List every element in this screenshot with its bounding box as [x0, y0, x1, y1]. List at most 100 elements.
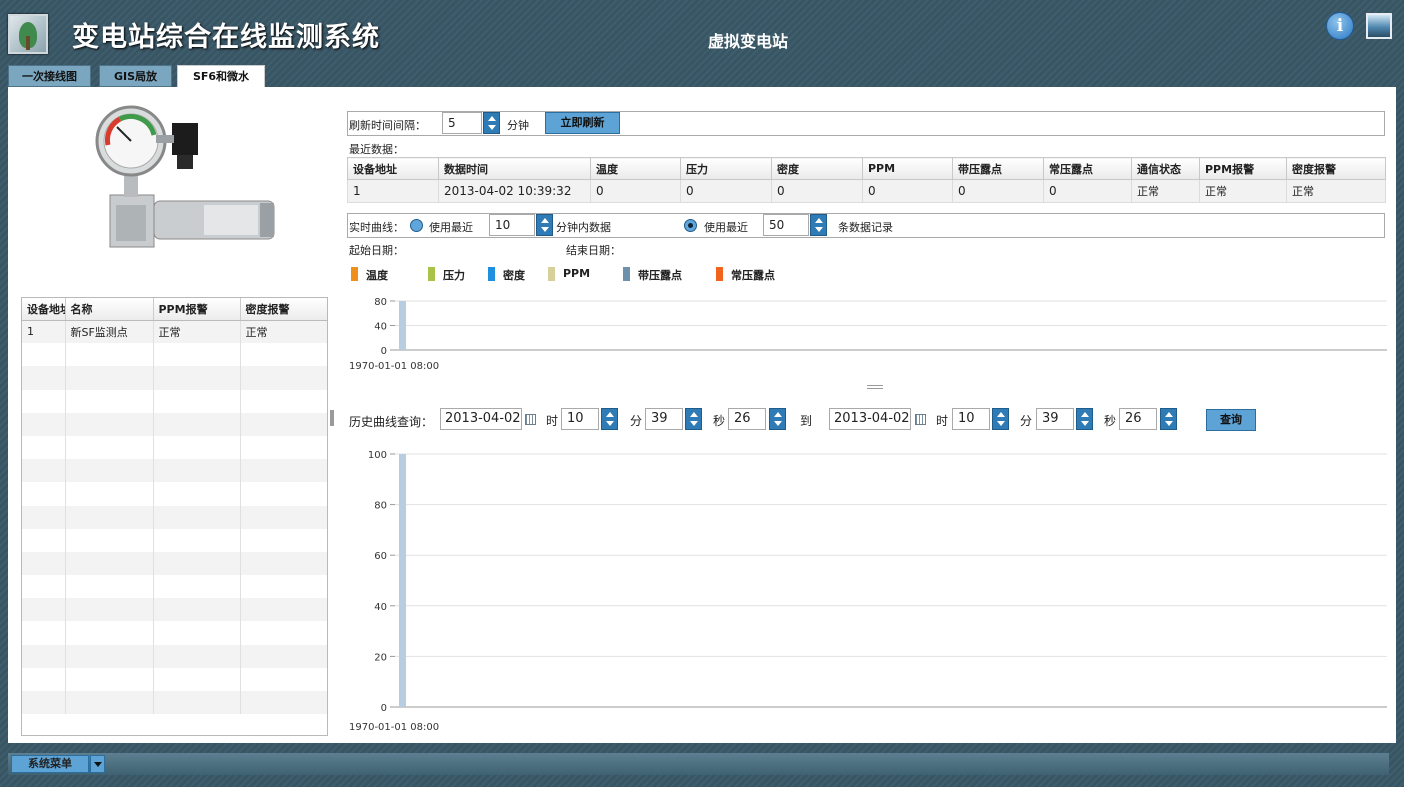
legend-label: 常压露点: [731, 269, 775, 282]
legend-swatch: [351, 267, 358, 281]
y-tick-label: 40: [374, 322, 387, 333]
panel-splitter[interactable]: [330, 410, 334, 426]
recent-col-time[interactable]: 数据时间: [438, 157, 591, 180]
col-header-ppm-alarm[interactable]: PPM报警: [153, 298, 241, 321]
recent-cell: 0: [1043, 179, 1132, 203]
refresh-interval-spinner[interactable]: [483, 112, 500, 134]
realtime-opt2-prefix: 使用最近: [704, 221, 748, 234]
history-chart: 0 20 40 60 80 100 1970-01-01 08:00: [349, 450, 1387, 733]
legend-label: 密度: [503, 269, 525, 282]
realtime-records-spinner[interactable]: [810, 214, 827, 236]
recent-data-table: 设备地址 数据时间 温度 压力 密度 PPM 带压露点 常压露点 通信状态 PP…: [347, 157, 1386, 203]
history-start-min-input[interactable]: 39: [645, 408, 683, 430]
history-start-hour-spinner[interactable]: [601, 408, 618, 430]
refresh-interval-label: 刷新时间间隔：: [349, 119, 426, 132]
history-start-date-field[interactable]: 2013-04-02: [440, 408, 522, 430]
recent-col-pressure[interactable]: 压力: [680, 157, 772, 180]
legend-swatch: [428, 267, 435, 281]
history-start-hour-input[interactable]: 10: [561, 408, 599, 430]
col-header-address[interactable]: 设备地址: [22, 298, 66, 321]
tab-sf6-water[interactable]: SF6和微水: [177, 65, 265, 89]
y-tick-label: 40: [374, 602, 387, 613]
recent-cell: 0: [771, 179, 863, 203]
query-button[interactable]: 查询: [1206, 409, 1256, 431]
refresh-now-button[interactable]: 立即刷新: [545, 112, 620, 134]
recent-cell: 0: [680, 179, 772, 203]
table-row[interactable]: 1 2013-04-02 10:39:32 0 0 0 0 0 0 正常 正常 …: [347, 179, 1386, 203]
recent-col-ppm-alarm[interactable]: PPM报警: [1199, 157, 1287, 180]
bottom-bar: 系统菜单: [8, 753, 1389, 775]
tab-primary-wiring[interactable]: 一次接线图: [8, 65, 91, 87]
recent-cell: 1: [347, 179, 439, 203]
bar: [399, 301, 406, 350]
chevron-down-icon[interactable]: [90, 755, 105, 773]
header-bar: 变电站综合在线监测系统 虚拟变电站 i: [0, 0, 1404, 64]
legend-swatch: [488, 267, 495, 281]
device-table: 设备地址 名称 PPM报警 密度报警 1 新SF监测点 正常 正常: [21, 297, 328, 736]
realtime-chart: 0 40 80 1970-01-01 08:00: [349, 297, 1387, 372]
y-tick-label: 0: [381, 346, 387, 357]
recent-col-normal-dew[interactable]: 常压露点: [1043, 157, 1132, 180]
history-end-min-input[interactable]: 39: [1036, 408, 1074, 430]
recent-cell: 正常: [1286, 179, 1386, 203]
recent-col-ppm[interactable]: PPM: [862, 157, 953, 180]
calendar-icon[interactable]: [915, 414, 926, 425]
history-end-hour-input[interactable]: 10: [952, 408, 990, 430]
history-end-sec-spinner[interactable]: [1160, 408, 1177, 430]
legend-label: 带压露点: [638, 269, 682, 282]
history-start-sec-input[interactable]: 26: [728, 408, 766, 430]
info-icon[interactable]: i: [1326, 12, 1354, 40]
cell-name: 新SF监测点: [65, 320, 154, 344]
recent-col-comm-status[interactable]: 通信状态: [1131, 157, 1200, 180]
realtime-records-input[interactable]: 50: [763, 214, 809, 236]
sf6-sensor-image: [95, 105, 275, 248]
cell-ppm-alarm: 正常: [153, 320, 241, 344]
legend-label: 温度: [366, 269, 388, 282]
recent-data-label: 最近数据：: [349, 143, 404, 156]
history-end-date-field[interactable]: 2013-04-02: [829, 408, 911, 430]
col-header-density-alarm[interactable]: 密度报警: [240, 298, 327, 321]
refresh-interval-input[interactable]: 5: [442, 112, 482, 134]
tab-gis-pd[interactable]: GIS局放: [99, 65, 172, 87]
legend-swatch: [548, 267, 555, 281]
col-header-name[interactable]: 名称: [65, 298, 154, 321]
recent-cell: 0: [590, 179, 681, 203]
realtime-records-radio[interactable]: [684, 219, 697, 232]
tree-logo-icon: [8, 14, 48, 54]
recent-cell: 0: [862, 179, 953, 203]
y-tick-label: 100: [368, 450, 387, 461]
chart-resize-handle[interactable]: [867, 385, 883, 389]
recent-col-density[interactable]: 密度: [771, 157, 863, 180]
recent-col-address[interactable]: 设备地址: [347, 157, 439, 180]
cell-address: 1: [22, 320, 66, 344]
history-start-min-spinner[interactable]: [685, 408, 702, 430]
history-end-hour-spinner[interactable]: [992, 408, 1009, 430]
refresh-unit-label: 分钟: [507, 119, 529, 132]
hour-label: 时: [546, 414, 559, 428]
table-row[interactable]: 1 新SF监测点 正常 正常: [22, 320, 327, 344]
recent-col-density-alarm[interactable]: 密度报警: [1286, 157, 1386, 180]
screen-icon[interactable]: [1366, 13, 1392, 39]
second-label: 秒: [713, 414, 726, 428]
recent-col-pressure-dew[interactable]: 带压露点: [952, 157, 1044, 180]
recent-col-temperature[interactable]: 温度: [590, 157, 681, 180]
app-title: 变电站综合在线监测系统: [72, 22, 380, 53]
recent-cell: 正常: [1131, 179, 1200, 203]
y-tick-label: 80: [374, 297, 387, 308]
realtime-opt2-suffix: 条数据记录: [838, 221, 893, 234]
recent-cell: 正常: [1199, 179, 1287, 203]
calendar-icon[interactable]: [525, 414, 536, 425]
legend-label: PPM: [563, 267, 591, 280]
history-end-sec-input[interactable]: 26: [1119, 408, 1157, 430]
history-query-label: 历史曲线查询：: [349, 415, 434, 429]
legend-label: 压力: [443, 269, 465, 282]
end-date-label: 结束日期：: [566, 244, 621, 257]
bar: [399, 454, 406, 707]
system-menu-button[interactable]: 系统菜单: [11, 755, 89, 773]
history-end-min-spinner[interactable]: [1076, 408, 1093, 430]
realtime-minutes-radio[interactable]: [410, 219, 423, 232]
minute-label: 分: [630, 414, 643, 428]
history-start-sec-spinner[interactable]: [769, 408, 786, 430]
realtime-minutes-input[interactable]: 10: [489, 214, 535, 236]
realtime-minutes-spinner[interactable]: [536, 214, 553, 236]
